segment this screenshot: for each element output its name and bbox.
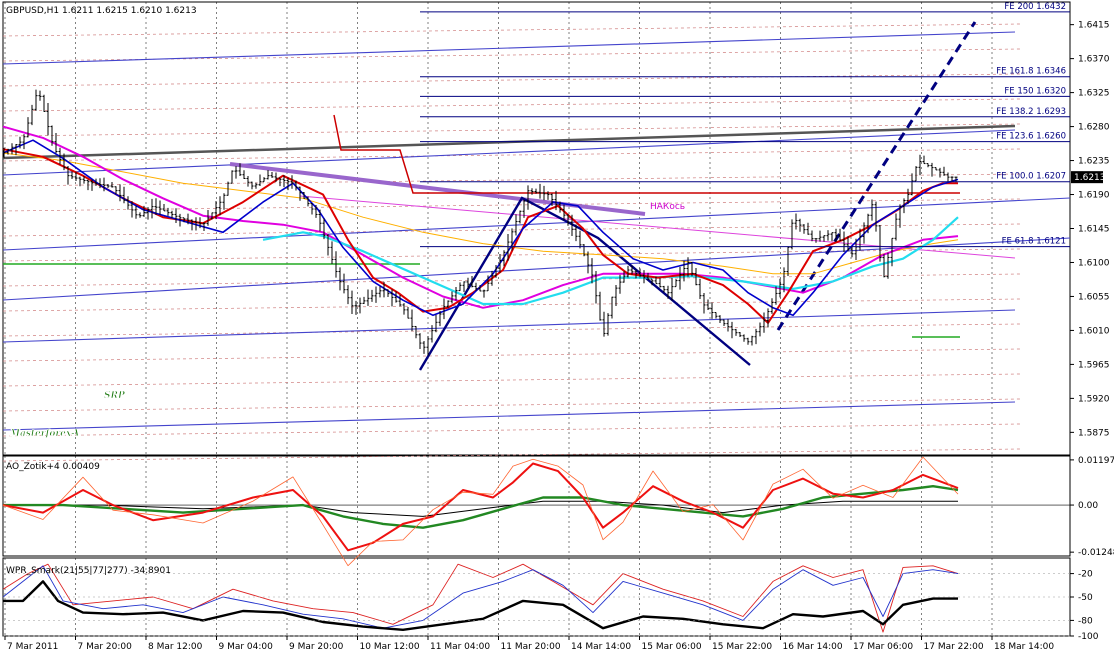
y-axis-tick-label: 1.6010 [1078, 326, 1110, 336]
y-axis-tick-label: 1.6415 [1078, 21, 1110, 31]
annotation-label: НАКось [650, 202, 685, 212]
y-axis-tick-label: 1.6055 [1078, 292, 1110, 302]
y-axis-tick-label: 1.6280 [1078, 123, 1110, 133]
x-axis-tick-label: 15 Mar 06:00 [642, 642, 702, 652]
x-axis-tick-label: 10 Mar 12:00 [360, 642, 420, 652]
wpr-axis-tick-label: -80 [1078, 616, 1093, 626]
y-axis-tick-label: 1.5875 [1078, 428, 1110, 438]
fib-level-label: FE 100.0 1.6207 [996, 172, 1066, 182]
ao-axis-tick-label: 0.00 [1078, 501, 1098, 511]
symbol-header: GBPUSD,H1 1.6211 1.6215 1.6210 1.6213 [6, 6, 197, 16]
x-axis-tick-label: 9 Mar 20:00 [289, 642, 344, 652]
x-axis-tick-label: 11 Mar 20:00 [501, 642, 561, 652]
wpr-panel-label: WPR_Smark(21|55|77|277) -34.8901 [6, 566, 171, 576]
ao-axis-tick-label: -0.01248 [1078, 548, 1114, 558]
fib-level-label: FE 138.2 1.6293 [996, 107, 1066, 117]
y-axis-tick-label: 1.6370 [1078, 55, 1110, 65]
y-axis-tick-label: 1.6100 [1078, 258, 1110, 268]
fib-level-label: FE 123.6 1.6260 [996, 132, 1066, 142]
y-axis-tick-label: 1.5965 [1078, 360, 1110, 370]
fib-level-label: FE 200 1.6432 [1004, 2, 1066, 12]
x-axis-tick-label: 17 Mar 06:00 [853, 642, 913, 652]
wpr-axis-tick-label: -20 [1078, 570, 1093, 580]
x-axis-tick-label: 16 Mar 14:00 [783, 642, 843, 652]
x-axis-tick-label: 9 Mar 04:00 [219, 642, 274, 652]
chart-root: FE 200 1.6432 FE 161.8 1.6346 FE 150 1.632… [0, 0, 1114, 654]
watermark-line-2: Masterforex-V [9, 429, 82, 439]
ao-panel-label: AO_Zotik+4 0.00409 [6, 462, 100, 472]
y-axis-tick-label: 1.6145 [1078, 225, 1110, 235]
y-axis-tick-label: 1.6325 [1078, 89, 1110, 99]
fib-level-label: FE 150 1.6320 [1004, 86, 1066, 96]
wpr-axis-tick-label: -50 [1078, 593, 1093, 603]
ao-axis-tick-label: 0.01197 [1078, 456, 1114, 466]
y-axis-tick-label: 1.5920 [1078, 394, 1110, 404]
x-axis-tick-label: 18 Mar 14:00 [994, 642, 1054, 652]
watermark-line-1: SRP [104, 391, 125, 401]
x-axis-tick-label: 7 Mar 2011 [7, 642, 58, 652]
current-price-label: 1.6213 [1074, 173, 1106, 183]
x-axis-tick-label: 14 Mar 14:00 [571, 642, 631, 652]
x-axis-tick-label: 15 Mar 22:00 [712, 642, 772, 652]
fib-level-label: FE 161.8 1.6346 [996, 67, 1066, 77]
y-axis-tick-label: 1.6235 [1078, 157, 1110, 167]
chart-svg: FE 200 1.6432 FE 161.8 1.6346 FE 150 1.632… [0, 0, 1114, 654]
x-axis-tick-label: 17 Mar 22:00 [924, 642, 984, 652]
y-axis-tick-label: 1.6190 [1078, 191, 1110, 201]
x-axis-tick-label: 7 Mar 20:00 [78, 642, 133, 652]
x-axis-tick-label: 8 Mar 12:00 [148, 642, 203, 652]
fib-level-label: FE 61.8 1.6121 [1002, 237, 1066, 247]
wpr-axis-tick-label: -100 [1078, 632, 1099, 642]
x-axis-tick-label: 11 Mar 04:00 [430, 642, 490, 652]
